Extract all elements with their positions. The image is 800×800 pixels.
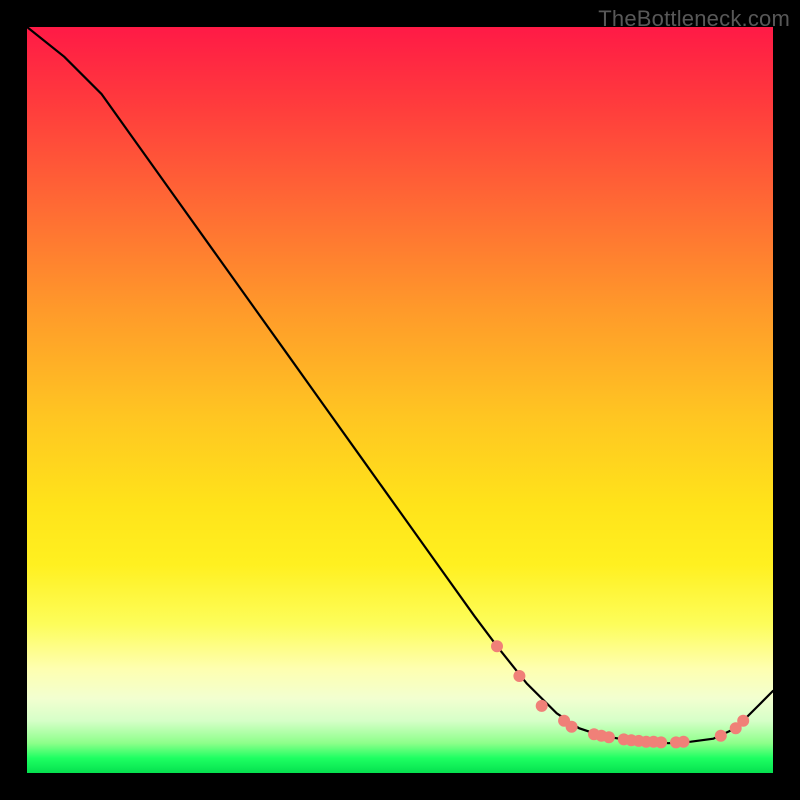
marker-dot (566, 721, 578, 733)
marker-dot (715, 730, 727, 742)
marker-dot (737, 715, 749, 727)
chart-plot-area (27, 27, 773, 773)
marker-dot (536, 700, 548, 712)
marker-dot (491, 640, 503, 652)
chart-overlay (27, 27, 773, 773)
marker-dot (678, 736, 690, 748)
marker-dot (655, 736, 667, 748)
curve-line (27, 27, 773, 743)
marker-dot (513, 670, 525, 682)
marker-dot (603, 731, 615, 743)
curve-markers (491, 640, 749, 748)
watermark-text: TheBottleneck.com (598, 6, 790, 32)
chart-frame: TheBottleneck.com (0, 0, 800, 800)
